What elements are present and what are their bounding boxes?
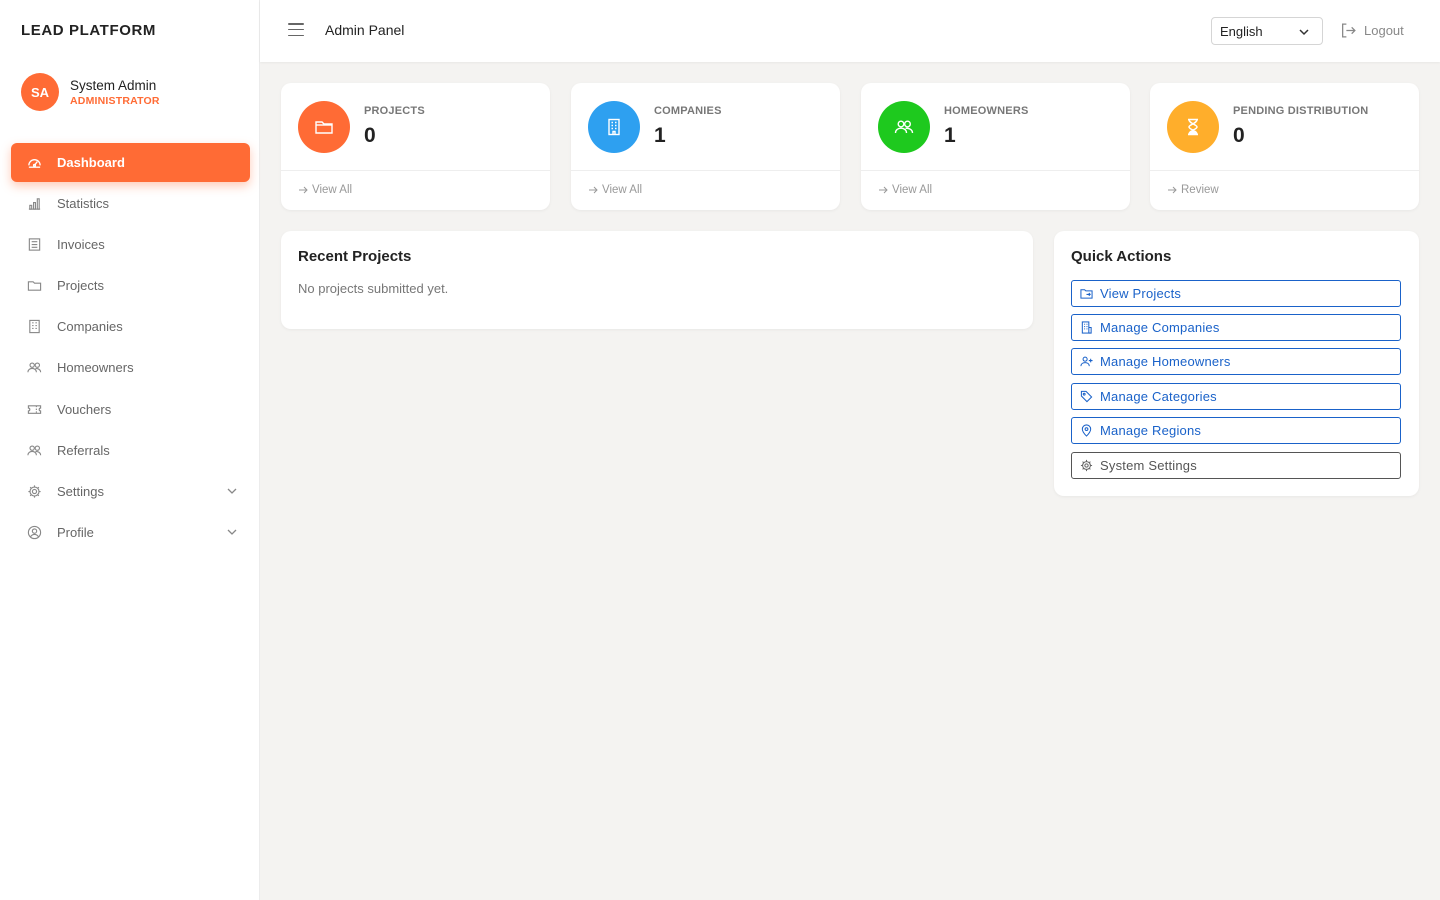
arrow-right-icon	[879, 186, 888, 194]
sidebar-item-referrals[interactable]: Referrals	[11, 431, 250, 470]
sidebar-item-label: Dashboard	[57, 155, 125, 170]
system-settings-button[interactable]: System Settings	[1071, 452, 1401, 479]
view-projects-button[interactable]: View Projects	[1071, 280, 1401, 307]
person-add-icon	[1080, 356, 1093, 367]
gear-icon	[27, 484, 42, 499]
building-icon	[588, 101, 640, 153]
stat-label: COMPANIES	[654, 105, 722, 117]
stat-value: 0	[1233, 124, 1245, 147]
stat-link-label: View All	[602, 184, 643, 196]
language-select[interactable]: English	[1211, 17, 1323, 45]
quick-actions-title: Quick Actions	[1071, 248, 1172, 265]
invoice-icon	[27, 237, 42, 252]
sidebar-item-label: Referrals	[57, 442, 110, 458]
empty-state-text: No projects submitted yet.	[298, 281, 449, 296]
user-role: ADMINISTRATOR	[70, 94, 160, 107]
review-link[interactable]: Review	[1167, 184, 1219, 196]
stat-label: HOMEOWNERS	[944, 105, 1029, 117]
button-label: Manage Regions	[1100, 423, 1202, 438]
arrow-right-icon	[1168, 186, 1177, 194]
folder-arrow-icon	[1080, 289, 1093, 299]
arrow-right-icon	[589, 186, 598, 194]
sidebar-item-vouchers[interactable]: Vouchers	[11, 390, 250, 429]
avatar: SA	[21, 73, 59, 111]
arrow-right-icon	[299, 186, 308, 194]
recent-projects-panel: Recent Projects No projects submitted ye…	[281, 231, 1033, 329]
sidebar-item-label: Profile	[57, 524, 94, 540]
sidebar-item-label: Settings	[57, 483, 104, 499]
manage-categories-button[interactable]: Manage Categories	[1071, 383, 1401, 410]
recent-projects-title: Recent Projects	[298, 248, 412, 265]
sidebar-item-companies[interactable]: Companies	[11, 307, 250, 346]
chevron-down-icon	[227, 488, 237, 494]
logout-button[interactable]: Logout	[1340, 22, 1404, 39]
quick-actions-panel: Quick Actions View Projects Manage Compa…	[1054, 231, 1419, 496]
sidebar-item-settings[interactable]: Settings	[11, 472, 250, 511]
stat-link-label: View All	[892, 184, 933, 196]
user-name: System Admin	[70, 77, 157, 93]
hourglass-icon	[1167, 101, 1219, 153]
sidebar: LEAD PLATFORM SA System Admin ADMINISTRA…	[0, 0, 260, 900]
button-label: Manage Companies	[1100, 320, 1220, 335]
user-circle-icon	[27, 525, 42, 540]
manage-homeowners-button[interactable]: Manage Homeowners	[1071, 348, 1401, 375]
user-profile: SA System Admin ADMINISTRATOR	[21, 73, 160, 111]
folder-icon	[27, 278, 42, 293]
stat-value: 1	[654, 124, 666, 147]
stat-label: PENDING DISTRIBUTION	[1233, 105, 1369, 117]
chevron-down-icon	[1299, 29, 1309, 36]
button-label: View Projects	[1100, 286, 1182, 301]
sidebar-item-label: Projects	[57, 278, 104, 294]
people-icon	[27, 360, 42, 375]
page-title: Admin Panel	[325, 22, 405, 38]
stat-value: 1	[944, 124, 956, 147]
menu-toggle-icon[interactable]	[288, 23, 304, 37]
ticket-icon	[27, 402, 42, 417]
manage-companies-button[interactable]: Manage Companies	[1071, 314, 1401, 341]
gear-icon	[1080, 459, 1093, 472]
stat-label: PROJECTS	[364, 105, 425, 117]
people-icon	[27, 443, 42, 458]
building-icon	[27, 319, 42, 334]
sidebar-item-dashboard[interactable]: Dashboard	[11, 143, 250, 182]
stat-link-label: View All	[312, 184, 353, 196]
language-select-value: English	[1220, 23, 1263, 39]
sidebar-item-projects[interactable]: Projects	[11, 266, 250, 305]
sidebar-nav: Dashboard Statistics Invoices Projects C…	[11, 143, 250, 554]
map-pin-icon	[1081, 424, 1092, 437]
stat-card-companies: COMPANIES 1 View All	[571, 83, 840, 210]
button-label: Manage Homeowners	[1100, 354, 1231, 369]
sidebar-item-homeowners[interactable]: Homeowners	[11, 348, 250, 387]
sidebar-item-statistics[interactable]: Statistics	[11, 184, 250, 223]
brand-logo[interactable]: LEAD PLATFORM	[21, 22, 156, 39]
view-all-projects-link[interactable]: View All	[298, 184, 352, 196]
view-all-companies-link[interactable]: View All	[588, 184, 642, 196]
manage-regions-button[interactable]: Manage Regions	[1071, 417, 1401, 444]
logout-icon	[1342, 23, 1356, 38]
sidebar-item-label: Companies	[57, 319, 123, 335]
sidebar-item-label: Homeowners	[57, 360, 134, 376]
sidebar-item-profile[interactable]: Profile	[11, 513, 250, 552]
stat-card-pending-distribution: PENDING DISTRIBUTION 0 Review	[1150, 83, 1419, 210]
sidebar-item-label: Statistics	[57, 196, 110, 212]
sidebar-item-label: Vouchers	[57, 401, 112, 417]
button-label: Manage Categories	[1100, 389, 1217, 404]
dashboard-icon	[27, 155, 42, 170]
stat-value: 0	[364, 124, 376, 147]
logout-label: Logout	[1364, 23, 1404, 38]
sidebar-item-label: Invoices	[57, 237, 105, 253]
top-header: Admin Panel English Logout	[260, 0, 1440, 62]
button-label: System Settings	[1100, 458, 1197, 473]
tag-icon	[1080, 390, 1093, 403]
building-icon	[1081, 321, 1092, 334]
sidebar-item-invoices[interactable]: Invoices	[11, 225, 250, 264]
stat-card-projects: PROJECTS 0 View All	[281, 83, 550, 210]
stat-link-label: Review	[1181, 184, 1219, 196]
people-icon	[878, 101, 930, 153]
stat-card-homeowners: HOMEOWNERS 1 View All	[861, 83, 1130, 210]
view-all-homeowners-link[interactable]: View All	[878, 184, 932, 196]
bar-chart-icon	[27, 196, 42, 211]
folder-icon	[298, 101, 350, 153]
chevron-down-icon	[227, 529, 237, 535]
